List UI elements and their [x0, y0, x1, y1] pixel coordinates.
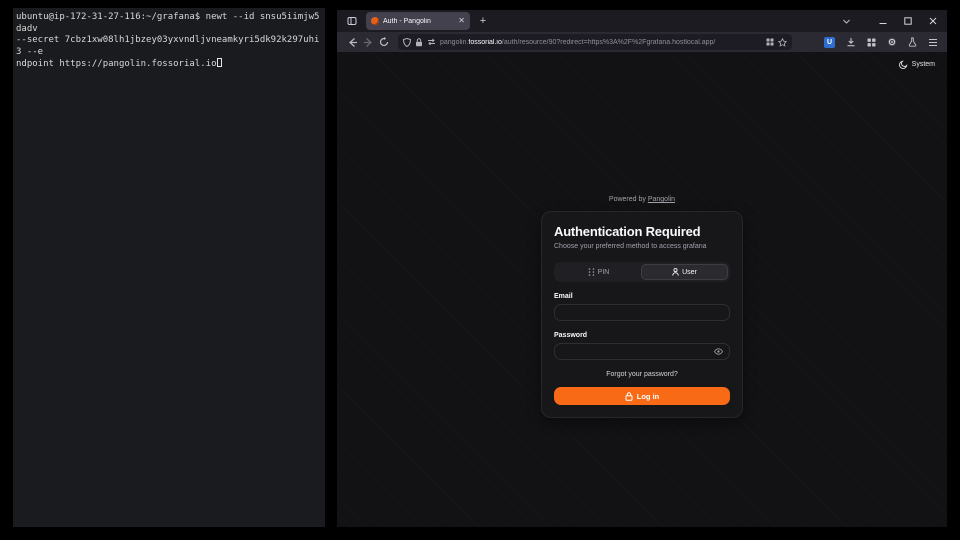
flask-icon[interactable] [908, 37, 917, 47]
reload-icon[interactable] [376, 34, 392, 50]
theme-toggle-button[interactable]: System [899, 60, 935, 69]
keypad-icon [588, 268, 595, 276]
swap-arrows-icon[interactable] [427, 38, 436, 46]
close-window-icon[interactable] [929, 17, 937, 25]
minimize-icon[interactable] [879, 17, 887, 25]
bookmark-star-icon[interactable] [778, 38, 787, 47]
show-password-eye-icon[interactable] [714, 348, 723, 355]
window-controls [879, 17, 937, 25]
tab-pin[interactable]: PIN [556, 264, 641, 280]
password-field[interactable] [561, 348, 714, 355]
terminal-line: --secret 7cbz1xw08lh1jbzey03yxvndljvneam… [16, 35, 319, 57]
circle-extension-icon[interactable] [887, 37, 897, 47]
email-label: Email [554, 293, 730, 300]
auth-method-tabs: PIN User [554, 262, 730, 282]
navigation-toolbar: pangolin.fossorial.io/auth/resource/90?r… [337, 32, 947, 52]
auth-card: Authentication Required Choose your pref… [541, 211, 743, 418]
login-button[interactable]: Log in [554, 387, 730, 405]
password-field-wrap [554, 343, 730, 360]
forward-icon[interactable] [360, 34, 376, 50]
terminal-line: ubuntu@ip-172-31-27-116:~/grafana$ newt … [16, 12, 319, 34]
user-icon [672, 268, 679, 276]
tab-auth-pangolin[interactable]: Auth - Pangolin ✕ [366, 12, 470, 30]
login-lock-icon [625, 392, 633, 401]
downloads-icon[interactable] [846, 37, 856, 47]
ublock-extension-icon[interactable]: U [824, 37, 835, 48]
lock-icon[interactable] [415, 38, 423, 47]
list-all-tabs-icon[interactable] [842, 17, 851, 26]
password-label: Password [554, 332, 730, 339]
url-bar[interactable]: pangolin.fossorial.io/auth/resource/90?r… [398, 34, 792, 50]
url-text: pangolin.fossorial.io/auth/resource/90?r… [440, 39, 762, 46]
tracking-protection-shield-icon[interactable] [403, 38, 411, 47]
new-tab-button[interactable]: + [474, 12, 492, 30]
maximize-icon[interactable] [904, 17, 912, 25]
pangolin-link[interactable]: Pangolin [648, 196, 675, 203]
tab-user[interactable]: User [641, 264, 728, 280]
toolbar-extensions: U [824, 37, 938, 48]
email-field[interactable] [561, 309, 723, 316]
terminal-cursor [217, 58, 222, 67]
tab-pin-label: PIN [598, 269, 610, 276]
auth-container: Powered by Pangolin Authentication Requi… [541, 196, 743, 418]
moon-icon [899, 60, 908, 69]
email-field-wrap [554, 304, 730, 321]
menu-hamburger-icon[interactable] [928, 38, 938, 47]
firefox-view-icon[interactable] [342, 12, 362, 30]
card-title: Authentication Required [554, 224, 730, 239]
extensions-icon[interactable] [867, 38, 876, 47]
tab-title: Auth - Pangolin [383, 18, 454, 25]
permissions-grid-icon[interactable] [766, 38, 774, 46]
pangolin-favicon [371, 17, 379, 25]
powered-by: Powered by Pangolin [541, 196, 743, 203]
forgot-password-link[interactable]: Forgot your password? [554, 371, 730, 378]
terminal-output: ubuntu@ip-172-31-27-116:~/grafana$ newt … [16, 12, 323, 71]
page-content: System Powered by Pangolin Authenticatio… [337, 52, 947, 527]
theme-label: System [912, 61, 935, 68]
browser-window: Auth - Pangolin ✕ + [337, 10, 947, 527]
card-subtitle: Choose your preferred method to access g… [554, 243, 730, 250]
login-button-label: Log in [637, 392, 660, 401]
terminal-window[interactable]: ubuntu@ip-172-31-27-116:~/grafana$ newt … [13, 8, 325, 527]
back-icon[interactable] [344, 34, 360, 50]
tab-user-label: User [682, 269, 697, 276]
tab-bar: Auth - Pangolin ✕ + [337, 10, 947, 32]
terminal-line: ndpoint https://pangolin.fossorial.io [16, 59, 216, 69]
tab-close-icon[interactable]: ✕ [458, 17, 465, 25]
